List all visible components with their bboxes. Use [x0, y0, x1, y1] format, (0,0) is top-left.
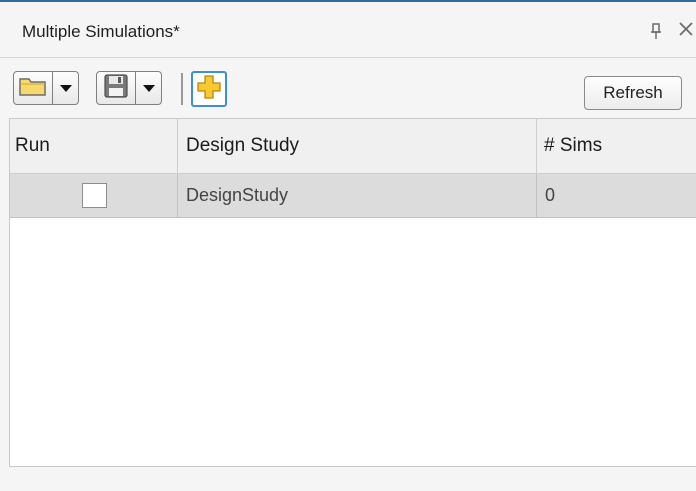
save-split-button	[96, 71, 162, 107]
open-button[interactable]	[13, 71, 53, 105]
table-row[interactable]: DesignStudy 0	[10, 174, 696, 218]
add-design-study-button[interactable]	[191, 71, 227, 107]
open-split-button	[13, 71, 79, 107]
run-checkbox[interactable]	[82, 183, 107, 208]
plus-icon	[196, 74, 222, 105]
save-button[interactable]	[96, 71, 136, 105]
chevron-down-icon	[142, 84, 155, 92]
toolbar: Refresh	[0, 58, 696, 118]
chevron-down-icon	[59, 84, 72, 92]
column-header-sims[interactable]: # Sims	[537, 119, 696, 173]
table-header: Run Design Study # Sims	[10, 119, 696, 174]
design-study-cell[interactable]: DesignStudy	[178, 174, 537, 217]
panel-titlebar: Multiple Simulations*	[0, 2, 696, 58]
floppy-disk-icon	[103, 73, 129, 104]
folder-icon	[18, 74, 48, 103]
design-study-table: Run Design Study # Sims DesignStudy 0	[9, 118, 696, 467]
multiple-simulations-panel: Multiple Simulations* Refresh Run Design…	[0, 0, 696, 491]
run-cell	[10, 174, 178, 217]
toolbar-separator	[181, 73, 183, 105]
column-header-design-study[interactable]: Design Study	[178, 119, 537, 173]
column-header-run[interactable]: Run	[10, 119, 178, 173]
panel-title: Multiple Simulations*	[22, 22, 180, 41]
pin-icon[interactable]	[649, 22, 663, 42]
save-dropdown-button[interactable]	[136, 71, 162, 105]
close-icon[interactable]	[676, 19, 696, 43]
refresh-button[interactable]: Refresh	[584, 76, 682, 110]
sims-cell: 0	[545, 185, 556, 205]
open-dropdown-button[interactable]	[53, 71, 79, 105]
